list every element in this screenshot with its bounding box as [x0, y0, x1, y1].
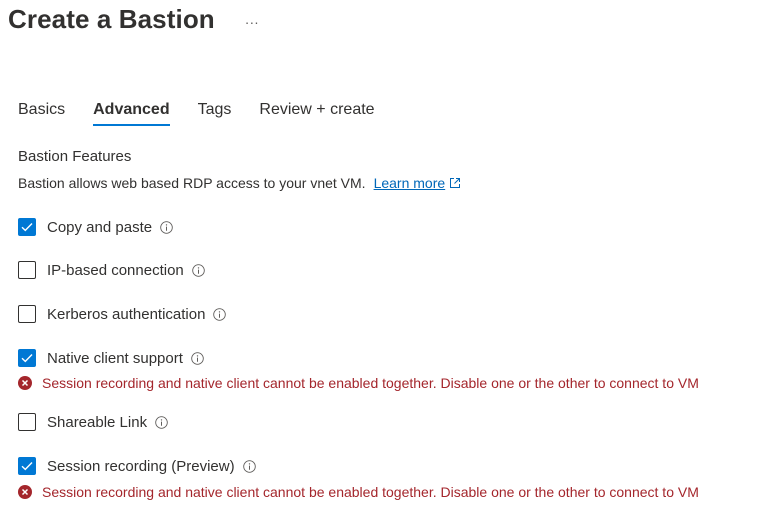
option-native-client-support: Native client support	[18, 349, 204, 367]
tab-bar: Basics Advanced Tags Review + create	[18, 101, 403, 126]
checkmark-icon	[21, 462, 33, 471]
tab-review-create[interactable]: Review + create	[259, 101, 374, 125]
ip-based-connection-label: IP-based connection	[47, 261, 184, 279]
session-recording-label: Session recording (Preview)	[47, 457, 235, 475]
learn-more-link[interactable]: Learn more	[374, 175, 446, 191]
error-text: Session recording and native client cann…	[42, 484, 699, 500]
option-copy-and-paste: Copy and paste	[18, 218, 173, 236]
info-icon[interactable]	[213, 307, 227, 321]
info-icon[interactable]	[155, 415, 168, 429]
session-recording-checkbox[interactable]	[18, 457, 36, 475]
page-header: Create a Bastion ···	[8, 4, 259, 35]
tab-advanced[interactable]: Advanced	[93, 101, 171, 126]
external-link-icon	[450, 178, 461, 188]
option-shareable-link: Shareable Link	[18, 413, 168, 431]
copy-and-paste-checkbox[interactable]	[18, 218, 36, 236]
error-text: Session recording and native client cann…	[42, 375, 699, 391]
section-title: Bastion Features	[18, 148, 132, 165]
kerberos-authentication-checkbox[interactable]	[18, 305, 36, 323]
info-icon[interactable]	[191, 351, 204, 365]
tab-tags[interactable]: Tags	[198, 101, 232, 125]
page-title: Create a Bastion	[8, 4, 215, 34]
session-recording-error-message: Session recording and native client cann…	[18, 484, 699, 500]
tab-basics[interactable]: Basics	[18, 101, 65, 125]
shareable-link-label: Shareable Link	[47, 413, 148, 431]
kerberos-authentication-label: Kerberos authentication	[47, 305, 206, 323]
info-icon[interactable]	[160, 220, 173, 234]
checkmark-icon	[21, 354, 33, 363]
option-ip-based-connection: IP-based connection	[18, 261, 205, 279]
more-options-button[interactable]: ···	[245, 11, 259, 29]
description-text: Bastion allows web based RDP access to y…	[18, 175, 366, 191]
info-icon[interactable]	[242, 459, 256, 473]
section-description: Bastion allows web based RDP access to y…	[18, 175, 461, 191]
native-client-support-label: Native client support	[47, 349, 183, 367]
error-icon	[18, 485, 32, 499]
checkmark-icon	[21, 223, 33, 232]
native-client-support-checkbox[interactable]	[18, 349, 36, 367]
error-icon	[18, 376, 32, 390]
copy-and-paste-label: Copy and paste	[47, 218, 153, 236]
option-session-recording: Session recording (Preview)	[18, 457, 256, 475]
native-client-error-message: Session recording and native client cann…	[18, 375, 699, 391]
info-icon[interactable]	[192, 263, 205, 277]
option-kerberos-authentication: Kerberos authentication	[18, 305, 227, 323]
shareable-link-checkbox[interactable]	[18, 413, 36, 431]
ip-based-connection-checkbox[interactable]	[18, 261, 36, 279]
